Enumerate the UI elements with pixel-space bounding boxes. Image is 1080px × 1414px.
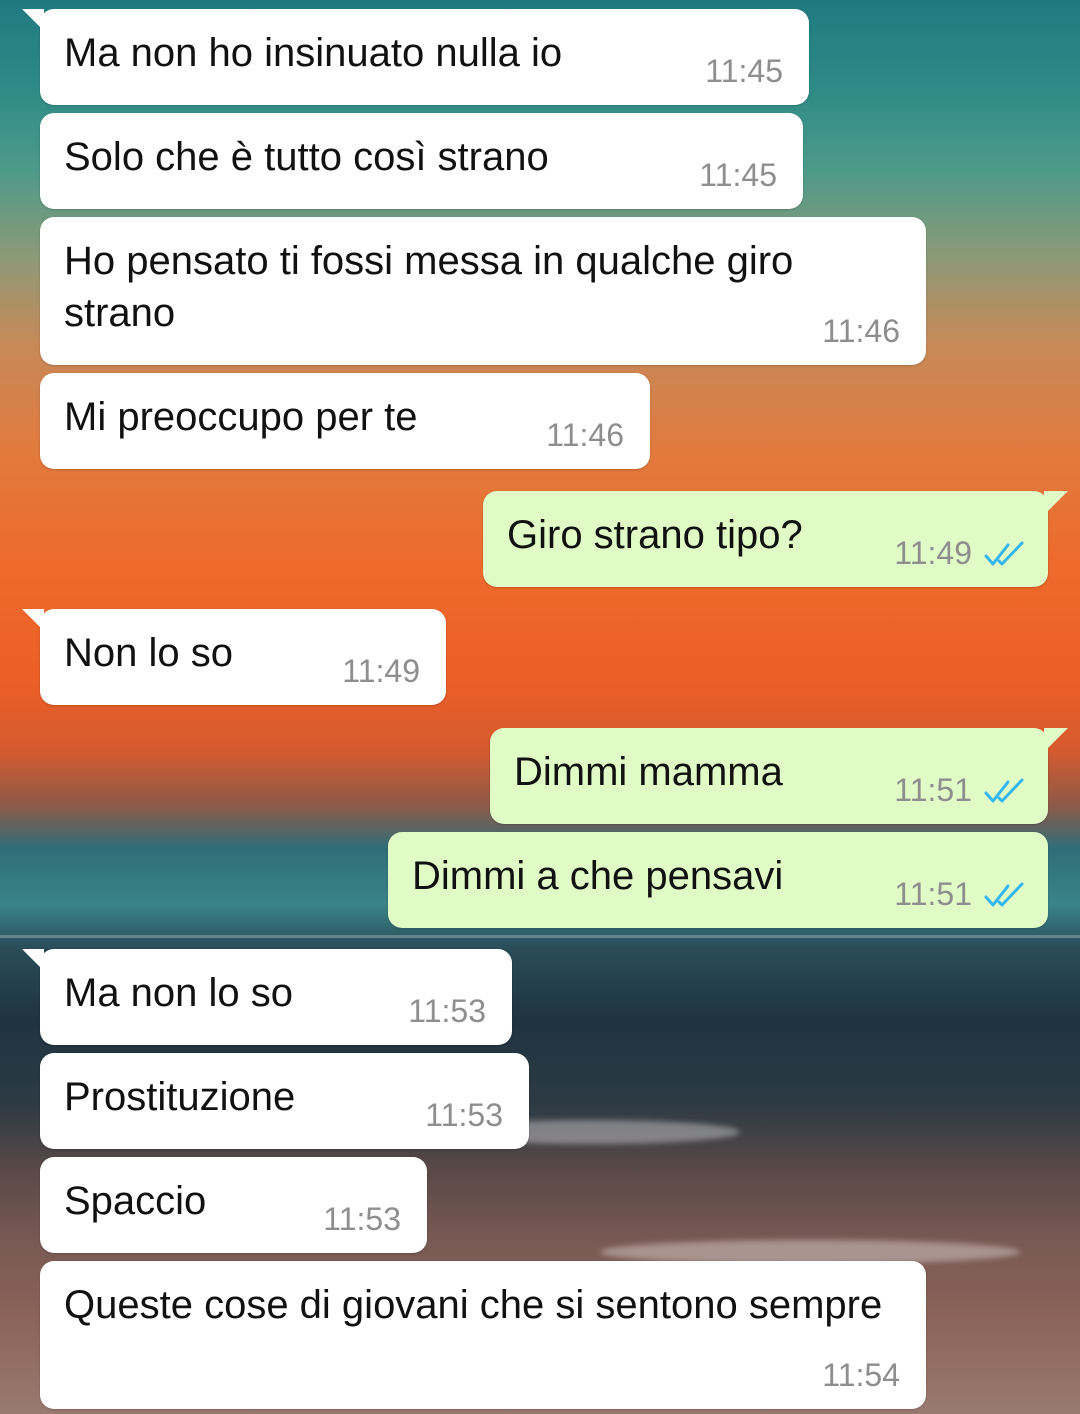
message-bubble-incoming[interactable]: Mi preoccupo per te 11:46 — [40, 373, 650, 469]
message-timestamp: 11:45 — [699, 157, 777, 193]
double-check-read-icon — [984, 541, 1024, 566]
double-check-read-icon — [984, 882, 1024, 907]
message-text: Ma non ho insinuato nulla io — [64, 31, 563, 75]
message-text: Mi preoccupo per te — [64, 395, 418, 439]
chat-thread[interactable]: Ma non ho insinuato nulla io 11:45 Solo … — [0, 0, 1080, 1414]
message-timestamp: 11:53 — [425, 1097, 503, 1133]
message-timestamp: 11:46 — [822, 313, 900, 349]
message-bubble-incoming[interactable]: Ma non ho insinuato nulla io 11:45 — [22, 9, 809, 105]
message-timestamp: 11:46 — [546, 417, 624, 453]
message-text: Ho pensato ti fossi messa in qualche gir… — [64, 239, 794, 335]
double-check-read-icon — [984, 778, 1024, 803]
message-timestamp: 11:53 — [323, 1201, 401, 1237]
message-bubble-incoming[interactable]: Ho pensato ti fossi messa in qualche gir… — [40, 217, 926, 365]
message-bubble-incoming[interactable]: Non lo so 11:49 — [22, 609, 446, 705]
message-timestamp: 11:45 — [705, 53, 783, 89]
message-text: Queste cose di giovani che si sentono se… — [64, 1283, 883, 1327]
message-timestamp: 11:54 — [822, 1357, 900, 1393]
message-bubble-outgoing[interactable]: Giro strano tipo? 11:49 — [483, 491, 1068, 587]
message-bubble-incoming[interactable]: Prostituzione 11:53 — [40, 1053, 529, 1149]
message-bubble-incoming[interactable]: Solo che è tutto così strano 11:45 — [40, 113, 803, 209]
message-text: Solo che è tutto così strano — [64, 135, 549, 179]
message-bubble-incoming[interactable]: Spaccio 11:53 — [40, 1157, 427, 1253]
message-timestamp: 11:51 — [894, 772, 972, 808]
message-bubble-outgoing[interactable]: Dimmi mamma 11:51 — [490, 728, 1068, 824]
message-bubble-incoming[interactable]: Ma non lo so 11:53 — [22, 949, 512, 1045]
message-timestamp: 11:53 — [408, 993, 486, 1029]
message-timestamp: 11:49 — [342, 653, 420, 689]
message-bubble-outgoing[interactable]: Dimmi a che pensavi 11:51 — [388, 832, 1048, 928]
message-timestamp: 11:49 — [894, 535, 972, 571]
message-bubble-incoming[interactable]: Queste cose di giovani che si sentono se… — [40, 1261, 926, 1409]
message-timestamp: 11:51 — [894, 876, 972, 912]
